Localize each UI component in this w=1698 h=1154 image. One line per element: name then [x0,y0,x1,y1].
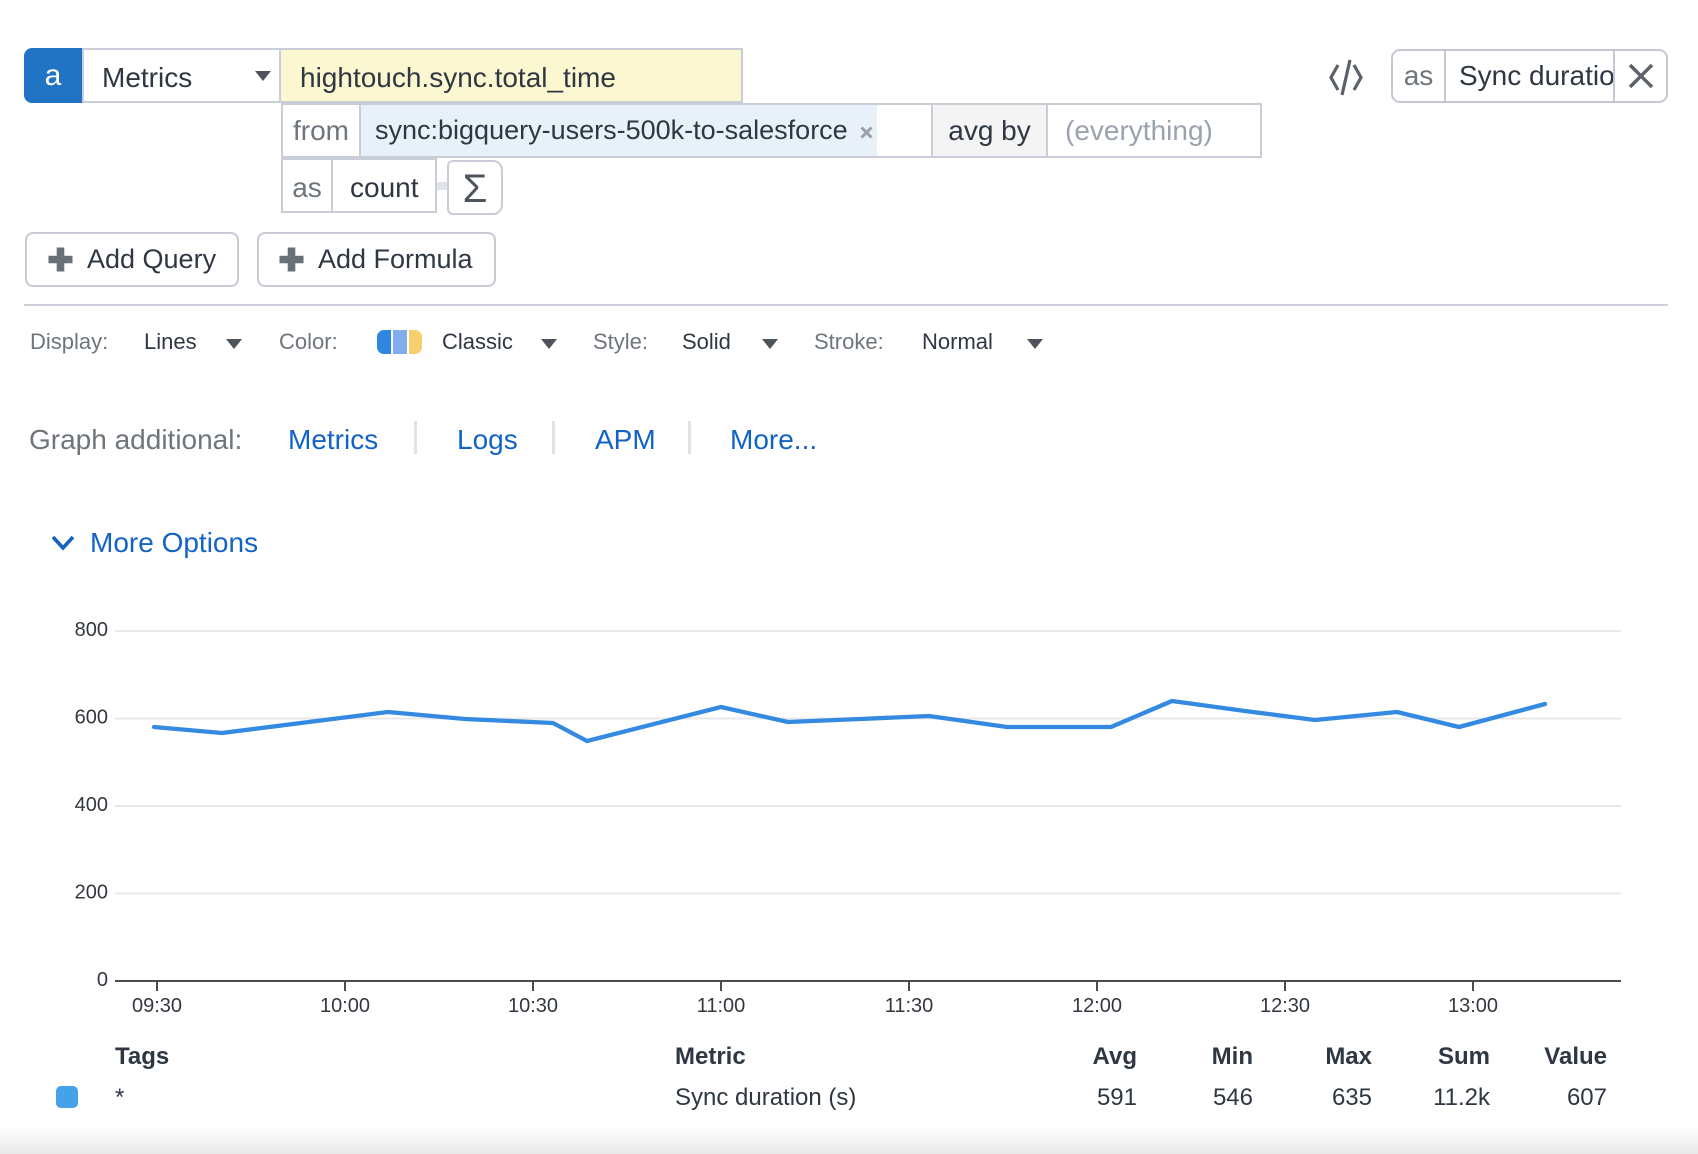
svg-text:09:30: 09:30 [132,995,182,1017]
svg-text:10:30: 10:30 [508,995,558,1017]
svg-text:400: 400 [75,794,108,816]
svg-text:13:00: 13:00 [1448,995,1498,1017]
svg-text:0: 0 [97,969,108,991]
svg-text:600: 600 [75,707,108,729]
svg-text:12:30: 12:30 [1260,995,1310,1017]
svg-text:200: 200 [75,882,108,904]
svg-text:11:00: 11:00 [697,995,746,1017]
svg-text:12:00: 12:00 [1072,995,1122,1017]
svg-text:10:00: 10:00 [320,995,370,1017]
svg-text:11:30: 11:30 [885,995,934,1017]
svg-text:800: 800 [75,619,108,641]
